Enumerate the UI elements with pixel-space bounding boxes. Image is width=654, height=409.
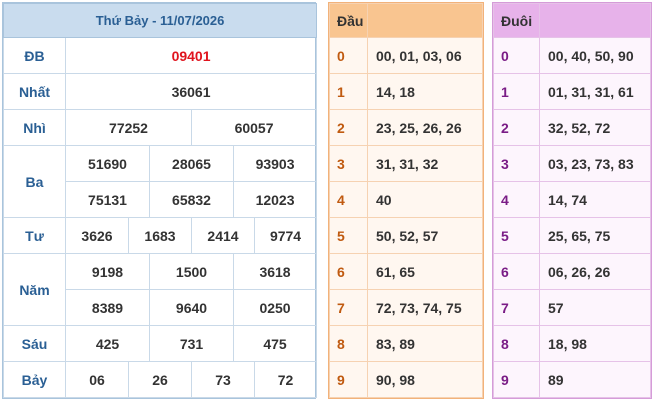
dau-digit: 5 [329,217,368,254]
duoi-digit: 7 [493,289,540,326]
dau-table: Đầu 0 00, 01, 03, 06 1 14, 18 2 23, 25, 26,… [328,2,484,399]
dau-values: 72, 73, 74, 75 [367,289,483,326]
third-prize-number: 65832 [149,181,234,218]
first-prize-number: 36061 [64,73,318,110]
duoi-values: 00, 40, 50, 90 [539,37,651,74]
duoi-values: 89 [539,361,651,398]
duoi-header: Đuôi [493,3,540,38]
third-prize-number: 75131 [65,181,150,218]
fifth-prize-number: 1500 [149,253,234,290]
duoi-digit: 5 [493,217,540,254]
dau-values: 23, 25, 26, 26 [367,109,483,146]
dau-header: Đầu [329,3,368,38]
dau-values: 31, 31, 32 [367,145,483,182]
third-prize-number: 12023 [232,181,318,218]
dau-digit: 0 [329,37,368,74]
seventh-prize-number: 06 [65,361,129,398]
duoi-header-blank [539,3,651,38]
dau-values: 83, 89 [367,325,483,362]
dau-values: 00, 01, 03, 06 [367,37,483,74]
prize-label-second: Nhì [3,109,66,146]
dau-digit: 1 [329,73,368,110]
prize-label-db: ĐB [3,37,66,74]
duoi-table: Đuôi 0 00, 40, 50, 90 1 01, 31, 31, 61 2 32… [492,2,652,399]
dau-digit: 3 [329,145,368,182]
dau-values: 40 [367,181,483,218]
duoi-digit: 8 [493,325,540,362]
dau-values: 50, 52, 57 [367,217,483,254]
duoi-digit: 4 [493,181,540,218]
third-prize-number: 93903 [232,145,318,182]
seventh-prize-number: 73 [191,361,255,398]
duoi-values: 32, 52, 72 [539,109,651,146]
dau-digit: 6 [329,253,368,290]
seventh-prize-number: 72 [253,361,318,398]
sixth-prize-number: 475 [232,325,318,362]
special-prize-number: 09401 [64,37,318,74]
results-table: Thứ Bảy - 11/07/2026 ĐB 09401 Nhất 36061… [2,2,318,399]
duoi-values: 25, 65, 75 [539,217,651,254]
second-prize-number: 77252 [65,109,192,146]
fourth-prize-number: 1683 [128,217,192,254]
fourth-prize-number: 9774 [253,217,318,254]
duoi-digit: 0 [493,37,540,74]
duoi-digit: 3 [493,145,540,182]
second-prize-number: 60057 [190,109,318,146]
dau-digit: 7 [329,289,368,326]
sixth-prize-number: 425 [65,325,150,362]
third-prize-number: 28065 [149,145,234,182]
duoi-digit: 2 [493,109,540,146]
fifth-prize-number: 0250 [232,289,318,326]
duoi-values: 57 [539,289,651,326]
duoi-values: 06, 26, 26 [539,253,651,290]
prize-label-third: Ba [3,145,66,218]
duoi-values: 01, 31, 31, 61 [539,73,651,110]
third-prize-number: 51690 [65,145,150,182]
duoi-digit: 6 [493,253,540,290]
dau-digit: 9 [329,361,368,398]
dau-digit: 2 [329,109,368,146]
fifth-prize-number: 8389 [65,289,150,326]
date-header: Thứ Bảy - 11/07/2026 [2,3,318,38]
duoi-values: 14, 74 [539,181,651,218]
fourth-prize-number: 3626 [65,217,129,254]
dau-values: 90, 98 [367,361,483,398]
dau-values: 14, 18 [367,73,483,110]
prize-label-first: Nhất [3,73,66,110]
fifth-prize-number: 3618 [232,253,318,290]
dau-digit: 4 [329,181,368,218]
fifth-prize-number: 9198 [65,253,150,290]
duoi-values: 03, 23, 73, 83 [539,145,651,182]
dau-header-blank [367,3,483,38]
seventh-prize-number: 26 [128,361,192,398]
fifth-prize-number: 9640 [149,289,234,326]
duoi-values: 18, 98 [539,325,651,362]
fourth-prize-number: 2414 [191,217,255,254]
prize-label-fifth: Năm [3,253,66,326]
dau-digit: 8 [329,325,368,362]
dau-values: 61, 65 [367,253,483,290]
sixth-prize-number: 731 [149,325,234,362]
prize-label-sixth: Sáu [3,325,66,362]
prize-label-seventh: Bảy [3,361,66,398]
duoi-digit: 1 [493,73,540,110]
duoi-digit: 9 [493,361,540,398]
prize-label-fourth: Tư [3,217,66,254]
